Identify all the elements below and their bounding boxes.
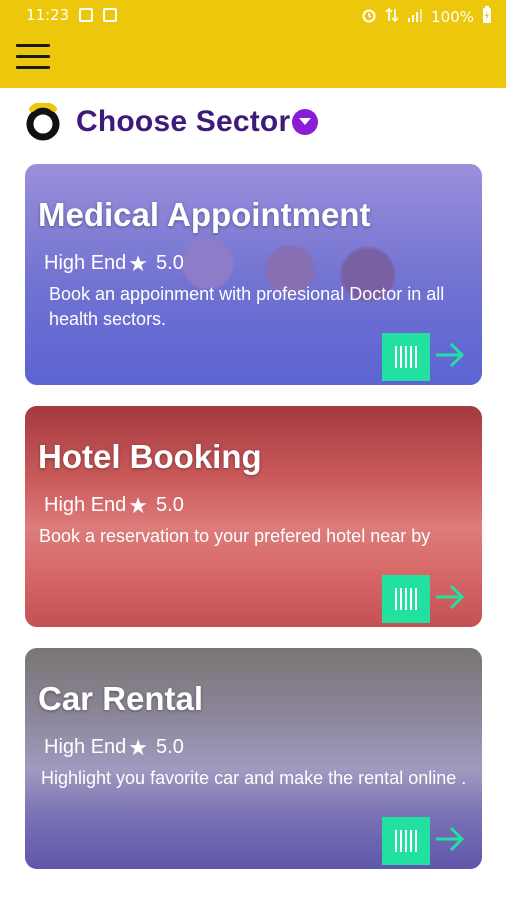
rating-value: 5.0	[156, 494, 184, 516]
rating-label: High End	[44, 736, 127, 758]
alarm-icon	[361, 7, 377, 27]
card-title: Car Rental	[38, 680, 204, 717]
page-title: Choose Sector	[76, 105, 291, 138]
status-bar: 11:23 100%	[0, 0, 506, 32]
hamburger-menu-icon[interactable]	[16, 42, 52, 72]
chevron-down-icon[interactable]	[292, 109, 319, 135]
barcode-icon	[395, 588, 417, 610]
arrow-right-icon[interactable]	[434, 824, 466, 854]
sector-card-hotel[interactable]: Hotel Booking High End ★ 5.0 Book a rese…	[25, 406, 482, 627]
rating-value: 5.0	[156, 736, 184, 758]
app-bar	[0, 32, 506, 88]
card-rating: High End ★ 5.0	[44, 736, 184, 759]
card-rating: High End ★ 5.0	[44, 494, 184, 517]
barcode-icon	[395, 346, 417, 368]
sector-card-medical[interactable]: Medical Appointment High End ★ 5.0 Book …	[25, 164, 482, 385]
star-icon: ★	[128, 734, 149, 760]
select-button[interactable]	[382, 575, 430, 623]
rating-value: 5.0	[156, 252, 184, 274]
app-logo	[24, 101, 62, 141]
select-button[interactable]	[382, 333, 430, 381]
rating-label: High End	[44, 252, 127, 274]
battery-text: 100%	[431, 8, 474, 26]
star-icon: ★	[128, 250, 149, 276]
card-title: Hotel Booking	[38, 438, 262, 475]
status-time: 11:23	[26, 6, 70, 24]
card-description: Book a reservation to your prefered hote…	[39, 526, 431, 546]
battery-icon	[482, 6, 492, 28]
select-button[interactable]	[382, 817, 430, 865]
star-icon: ★	[128, 492, 149, 518]
sector-card-car[interactable]: Car Rental High End ★ 5.0 Highlight you …	[25, 648, 482, 869]
gallery-icon	[79, 8, 94, 22]
sector-header: Choose Sector	[24, 100, 319, 144]
notification-icon	[103, 8, 118, 22]
barcode-icon	[395, 830, 417, 852]
card-title: Medical Appointment	[38, 196, 371, 233]
card-description: Book an appoinment with profesional Doct…	[49, 284, 445, 329]
arrow-right-icon[interactable]	[434, 582, 466, 612]
data-icon	[385, 7, 399, 27]
rating-label: High End	[44, 494, 127, 516]
card-rating: High End ★ 5.0	[44, 252, 184, 275]
card-description: Highlight you favorite car and make the …	[41, 768, 467, 788]
signal-icon	[407, 7, 423, 27]
arrow-right-icon[interactable]	[434, 340, 466, 370]
